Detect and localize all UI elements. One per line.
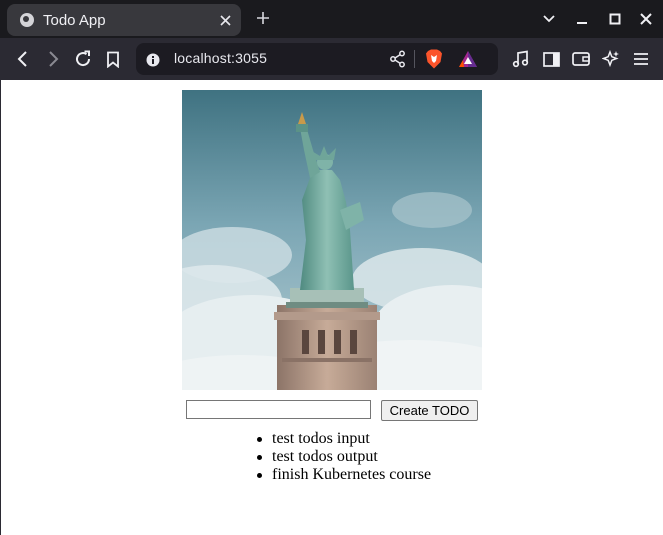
bookmark-icon[interactable] <box>102 48 124 70</box>
create-todo-button[interactable]: Create TODO <box>381 400 478 421</box>
reload-icon[interactable] <box>72 48 94 70</box>
brave-rewards-icon[interactable] <box>458 50 478 72</box>
todo-list: test todos input test todos output finis… <box>256 430 432 484</box>
close-tab-icon[interactable] <box>215 10 235 30</box>
leo-ai-icon[interactable] <box>600 48 622 70</box>
tab-bar: Todo App <box>0 0 663 38</box>
address-bar[interactable]: localhost:3055 <box>136 43 498 75</box>
tab-list-chevron-icon[interactable] <box>539 9 559 29</box>
todo-input[interactable] <box>186 400 371 419</box>
new-tab-icon[interactable] <box>253 8 273 28</box>
menu-icon[interactable] <box>630 48 652 70</box>
share-icon[interactable] <box>389 50 407 72</box>
sidebar-icon[interactable] <box>540 48 562 70</box>
url-text[interactable]: localhost:3055 <box>174 50 267 66</box>
tab-todo-app[interactable]: Todo App <box>7 4 241 36</box>
close-window-icon[interactable] <box>636 9 656 29</box>
todo-item: test todos output <box>256 448 431 466</box>
back-icon[interactable] <box>12 48 34 70</box>
site-info-icon[interactable] <box>146 52 160 71</box>
window-edge <box>0 80 1 535</box>
media-icon[interactable] <box>510 48 532 70</box>
globe-icon <box>20 13 34 27</box>
minimize-icon[interactable] <box>572 9 592 29</box>
todo-item: test todos input <box>256 430 431 448</box>
browser-toolbar: localhost:3055 <box>0 38 663 80</box>
forward-icon[interactable] <box>42 48 64 70</box>
tab-title: Todo App <box>43 11 106 29</box>
maximize-icon[interactable] <box>605 9 625 29</box>
toolbar-divider <box>414 50 415 68</box>
wallet-icon[interactable] <box>570 48 592 70</box>
brave-shields-icon[interactable] <box>425 49 443 73</box>
statue-of-liberty-image <box>182 90 482 390</box>
todo-item: finish Kubernetes course <box>256 466 432 483</box>
